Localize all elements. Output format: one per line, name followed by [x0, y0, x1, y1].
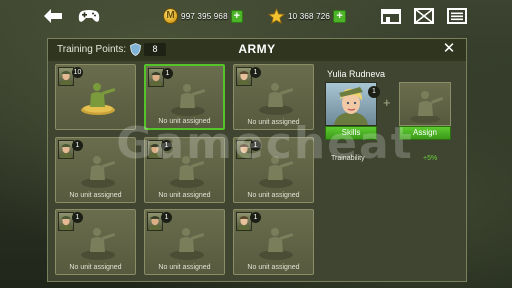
- close-button[interactable]: ✕: [442, 41, 456, 57]
- soldier-figure-icon: [170, 228, 205, 260]
- shop-icon: [381, 9, 401, 24]
- slot-caption: No unit assigned: [158, 192, 211, 199]
- add-star-button[interactable]: +: [333, 9, 347, 23]
- coin-icon: M: [163, 8, 179, 24]
- star-counter: 10 368 726 +: [268, 6, 352, 26]
- slot-caption: No unit assigned: [69, 192, 122, 199]
- back-button[interactable]: [42, 6, 68, 26]
- slot-caption: No unit assigned: [69, 264, 122, 271]
- gamepad-button[interactable]: [78, 6, 104, 26]
- add-gold-button[interactable]: +: [230, 9, 243, 23]
- menu-icon: [447, 8, 467, 24]
- slot-caption: No unit assigned: [247, 264, 300, 271]
- commander-face-icon: [238, 216, 250, 230]
- star-icon: [268, 7, 285, 24]
- panel-header: Training Points: 8 ARMY ✕: [48, 39, 466, 61]
- slot-caption: No unit assigned: [158, 264, 211, 271]
- watermark-logo: Gamecheat: [116, 118, 414, 169]
- soldier-figure-icon: [259, 83, 294, 115]
- commander-face-icon: [60, 216, 72, 230]
- top-bar: M 997 395 968 + 10 368 726 +: [0, 0, 512, 32]
- shop-button[interactable]: [380, 7, 402, 25]
- star-amount: 10 368 726: [288, 11, 331, 21]
- soldier-figure-icon: [259, 228, 294, 260]
- gamepad-icon: [78, 10, 100, 22]
- panel-title: ARMY: [238, 42, 276, 56]
- unit-slot[interactable]: 1 No unit assigned: [144, 209, 225, 275]
- commander-face-icon: [60, 71, 72, 85]
- mail-icon: [414, 8, 434, 24]
- mail-button[interactable]: [413, 7, 435, 25]
- back-arrow-icon: [44, 9, 62, 23]
- menu-button[interactable]: [446, 7, 468, 25]
- commander-name: Yulia Rudneva: [327, 69, 386, 79]
- slot-caption: No unit assigned: [247, 192, 300, 199]
- plus-icon: +: [383, 95, 391, 110]
- soldier-figure-icon: [171, 84, 206, 116]
- gold-counter: M 997 395 968 +: [163, 6, 243, 26]
- commander-face-icon: [150, 72, 162, 86]
- soldier-figure-icon: [81, 228, 116, 260]
- soldier-figure-icon: [81, 83, 116, 115]
- commander-face-icon: [149, 216, 161, 230]
- commander-face-icon: [238, 71, 250, 85]
- gold-amount: 997 395 968: [181, 11, 228, 21]
- unit-slot[interactable]: 1 No unit assigned: [55, 209, 136, 275]
- commander-level-badge: 1: [368, 86, 380, 98]
- unit-slot[interactable]: 1 No unit assigned: [233, 209, 314, 275]
